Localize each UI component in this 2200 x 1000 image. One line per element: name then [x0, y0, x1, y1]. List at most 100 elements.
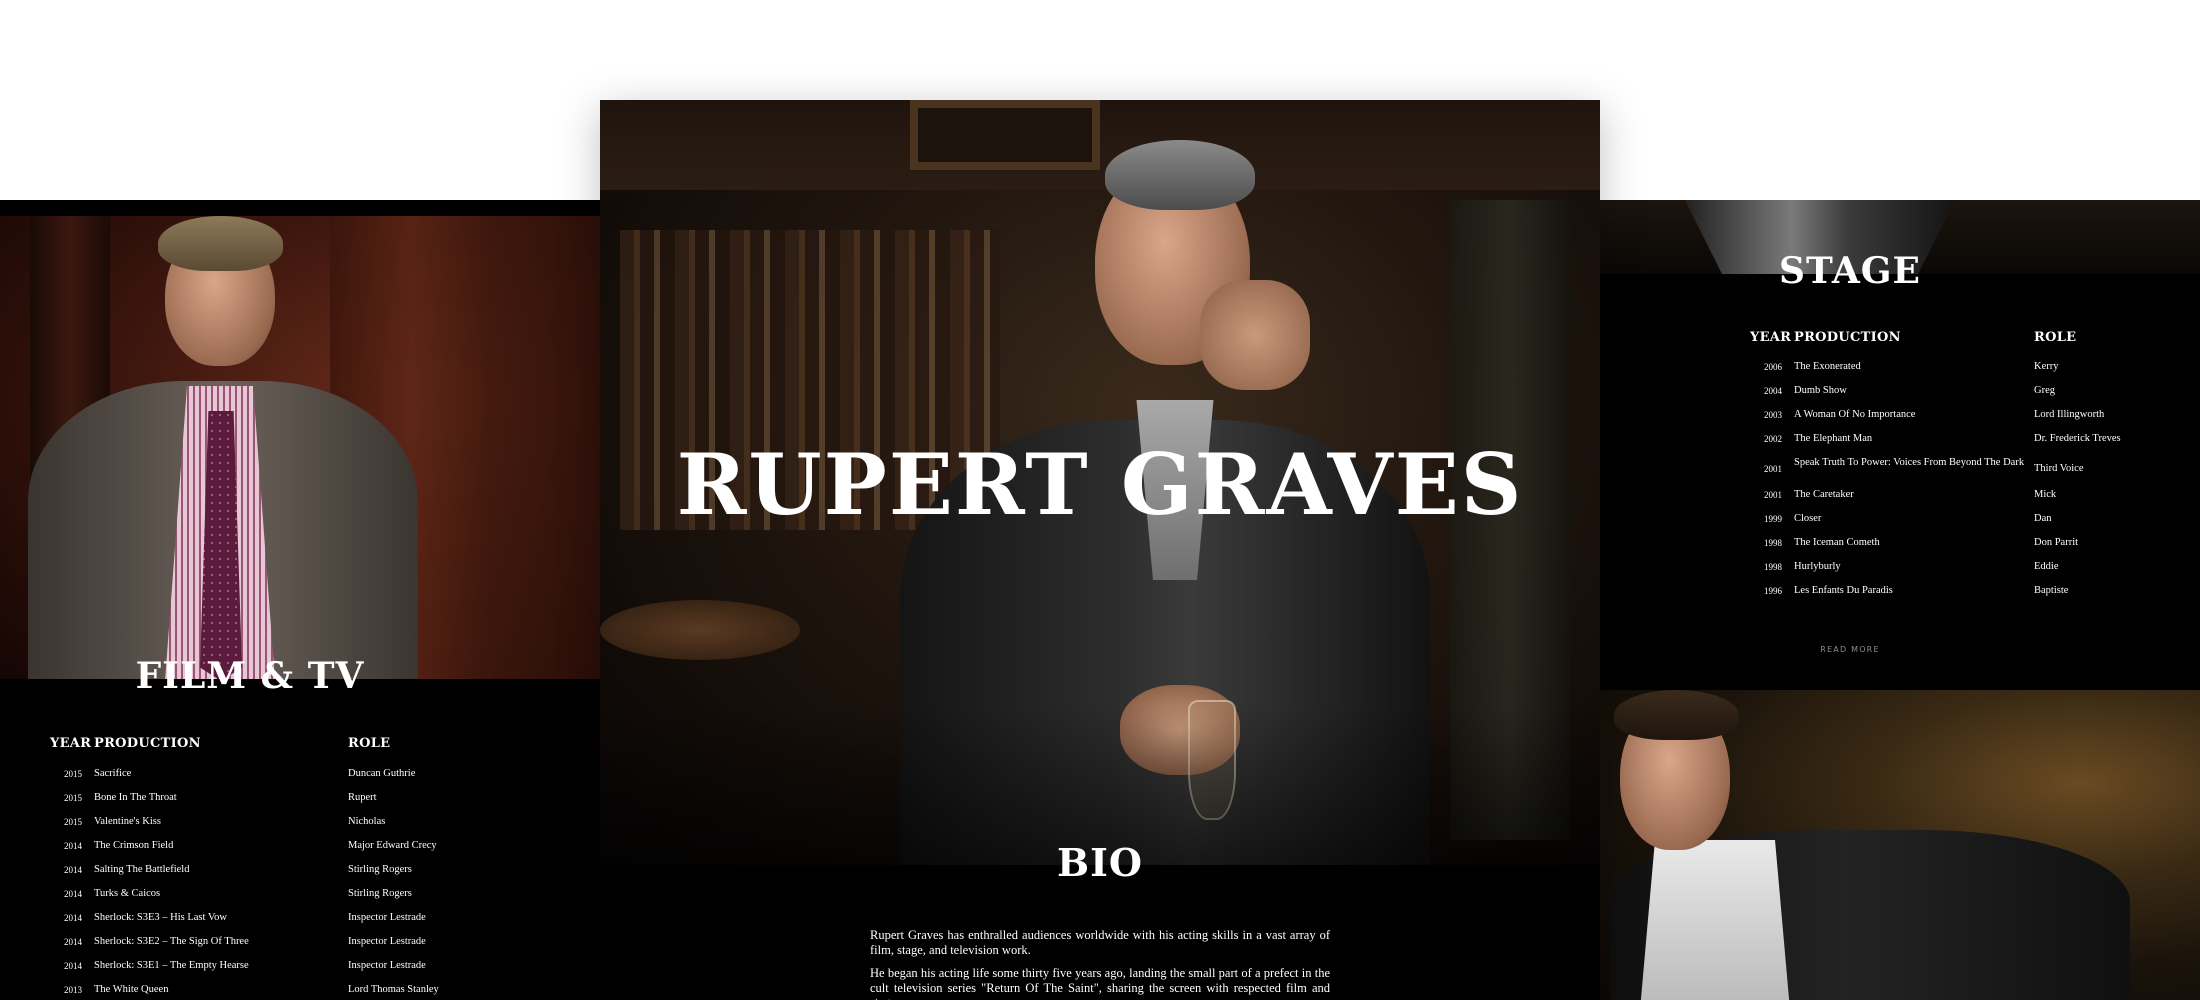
credit-role: Greg: [2034, 385, 2055, 396]
credit-production: Les Enfants Du Paradis: [1794, 585, 1893, 596]
credit-row: 1998 The Iceman Cometh Don Parrit: [1750, 537, 2150, 557]
bio-text: Rupert Graves has enthralled audiences w…: [870, 928, 1330, 1000]
credit-role: Nicholas: [348, 816, 386, 827]
credit-production: Closer: [1794, 513, 1822, 524]
credit-row: 2003 A Woman Of No Importance Lord Illingw…: [1750, 409, 2150, 429]
credit-role: Baptiste: [2034, 585, 2069, 596]
credit-role: Lord Thomas Stanley: [348, 984, 439, 995]
stage-title: STAGE: [1779, 250, 1921, 292]
film-tv-panel: FILM & TV YEAR PRODUCTION ROLE 2015 Sacri…: [0, 200, 600, 1000]
read-more-link[interactable]: READ MORE: [1600, 645, 2100, 654]
credit-role: Mick: [2034, 489, 2057, 500]
credit-year: 2014: [64, 913, 82, 923]
credit-production: Sacrifice: [94, 768, 132, 779]
credit-row: 2015 Sacrifice Duncan Guthrie: [50, 768, 570, 788]
credit-production: Sherlock: S3E1 – The Empty Hearse: [94, 960, 249, 971]
stage-panel: STAGE YEAR PRODUCTION ROLE 2006 The Exone…: [1600, 200, 2200, 1000]
credit-production: A Woman Of No Importance: [1794, 409, 1916, 420]
credit-production: Sherlock: S3E3 – His Last Vow: [94, 912, 227, 923]
film-tv-credits-table: YEAR PRODUCTION ROLE 2015 Sacrifice Duncan…: [50, 736, 570, 1000]
credit-row: 2002 The Elephant Man Dr. Frederick Treves: [1750, 433, 2150, 453]
credit-year: 2015: [64, 769, 82, 779]
credit-year: 1998: [1764, 562, 1782, 572]
column-header-production: PRODUCTION: [1794, 330, 1901, 345]
credit-row: 2001 The Caretaker Mick: [1750, 489, 2150, 509]
credit-row: 2014 Sherlock: S3E1 – The Empty Hearse Ins…: [50, 960, 570, 980]
credit-year: 1999: [1764, 514, 1782, 524]
credit-year: 2001: [1764, 464, 1782, 474]
credit-production: The Caretaker: [1794, 489, 1854, 500]
credit-role: Don Parrit: [2034, 537, 2079, 548]
film-tv-photo: [0, 216, 600, 679]
credit-production: The Elephant Man: [1794, 433, 1873, 444]
credit-year: 2001: [1764, 490, 1782, 500]
credit-production: Turks & Caicos: [94, 888, 161, 899]
credit-production: Speak Truth To Power: Voices From Beyond…: [1794, 457, 2025, 468]
stage-bottom-photo: [1600, 690, 2200, 1000]
credit-role: Third Voice: [2034, 463, 2084, 474]
credit-year: 2014: [64, 889, 82, 899]
credit-row: 1998 Hurlyburly Eddie: [1750, 561, 2150, 581]
credit-production: Dumb Show: [1794, 385, 1847, 396]
credit-production: Bone In The Throat: [94, 792, 177, 803]
bio-paragraph: Rupert Graves has enthralled audiences w…: [870, 928, 1330, 957]
credit-role: Inspector Lestrade: [348, 936, 426, 947]
credit-role: Lord Illingworth: [2034, 409, 2105, 420]
column-header-role: ROLE: [2034, 330, 2077, 345]
credit-year: 2014: [64, 937, 82, 947]
credit-year: 2006: [1764, 362, 1782, 372]
credit-role: Eddie: [2034, 561, 2059, 572]
credit-year: 1996: [1764, 586, 1782, 596]
credit-year: 1998: [1764, 538, 1782, 548]
credit-row: 1996 Les Enfants Du Paradis Baptiste: [1750, 585, 2150, 605]
credit-year: 2013: [64, 985, 82, 995]
credit-year: 2014: [64, 865, 82, 875]
credit-year: 2014: [64, 961, 82, 971]
credit-production: The Exonerated: [1794, 361, 1861, 372]
credit-role: Duncan Guthrie: [348, 768, 416, 779]
credit-row: 2014 Salting The Battlefield Stirling Roge…: [50, 864, 570, 884]
credit-row: 2014 Sherlock: S3E2 – The Sign Of Three In…: [50, 936, 570, 956]
credit-row: 2006 The Exonerated Kerry: [1750, 361, 2150, 381]
credit-production: The Crimson Field: [94, 840, 174, 851]
film-tv-title: FILM & TV: [135, 655, 365, 697]
credit-year: 2003: [1764, 410, 1782, 420]
bio-paragraph: He began his acting life some thirty fiv…: [870, 966, 1330, 1000]
credit-row: 2014 Sherlock: S3E3 – His Last Vow Inspect…: [50, 912, 570, 932]
column-header-year: YEAR: [50, 736, 92, 751]
credit-row: 2015 Bone In The Throat Rupert: [50, 792, 570, 812]
hero-panel: RUPERT GRAVES BIO Rupert Graves has enth…: [600, 100, 1600, 1000]
credit-year: 2015: [64, 817, 82, 827]
credit-role: Inspector Lestrade: [348, 912, 426, 923]
hero-name: RUPERT GRAVES: [676, 435, 1524, 534]
credit-production: Sherlock: S3E2 – The Sign Of Three: [94, 936, 249, 947]
credit-row: 2013 The White Queen Lord Thomas Stanley: [50, 984, 570, 1000]
column-header-production: PRODUCTION: [94, 736, 201, 751]
credit-production: The White Queen: [94, 984, 169, 995]
credit-year: 2014: [64, 841, 82, 851]
credit-production: Salting The Battlefield: [94, 864, 190, 875]
column-header-role: ROLE: [348, 736, 391, 751]
credit-role: Kerry: [2034, 361, 2059, 372]
stage-credits-table: YEAR PRODUCTION ROLE 2006 The Exonerated K…: [1750, 330, 2150, 610]
credit-role: Inspector Lestrade: [348, 960, 426, 971]
credit-role: Stirling Rogers: [348, 864, 412, 875]
credit-row: 2001 Speak Truth To Power: Voices From Be…: [1750, 457, 2150, 477]
credit-row: 1999 Closer Dan: [1750, 513, 2150, 533]
credit-year: 2015: [64, 793, 82, 803]
credit-role: Dr. Frederick Treves: [2034, 433, 2121, 444]
credit-production: Valentine's Kiss: [94, 816, 161, 827]
credit-row: 2014 The Crimson Field Major Edward Crecy: [50, 840, 570, 860]
column-header-year: YEAR: [1750, 330, 1792, 345]
credit-role: Major Edward Crecy: [348, 840, 437, 851]
credit-row: 2014 Turks & Caicos Stirling Rogers: [50, 888, 570, 908]
credit-year: 2002: [1764, 434, 1782, 444]
credit-year: 2004: [1764, 386, 1782, 396]
credit-role: Dan: [2034, 513, 2052, 524]
credit-row: 2004 Dumb Show Greg: [1750, 385, 2150, 405]
credit-row: 2015 Valentine's Kiss Nicholas: [50, 816, 570, 836]
credit-role: Stirling Rogers: [348, 888, 412, 899]
credit-production: The Iceman Cometh: [1794, 537, 1880, 548]
credit-production: Hurlyburly: [1794, 561, 1841, 572]
bio-title: BIO: [1057, 840, 1143, 885]
